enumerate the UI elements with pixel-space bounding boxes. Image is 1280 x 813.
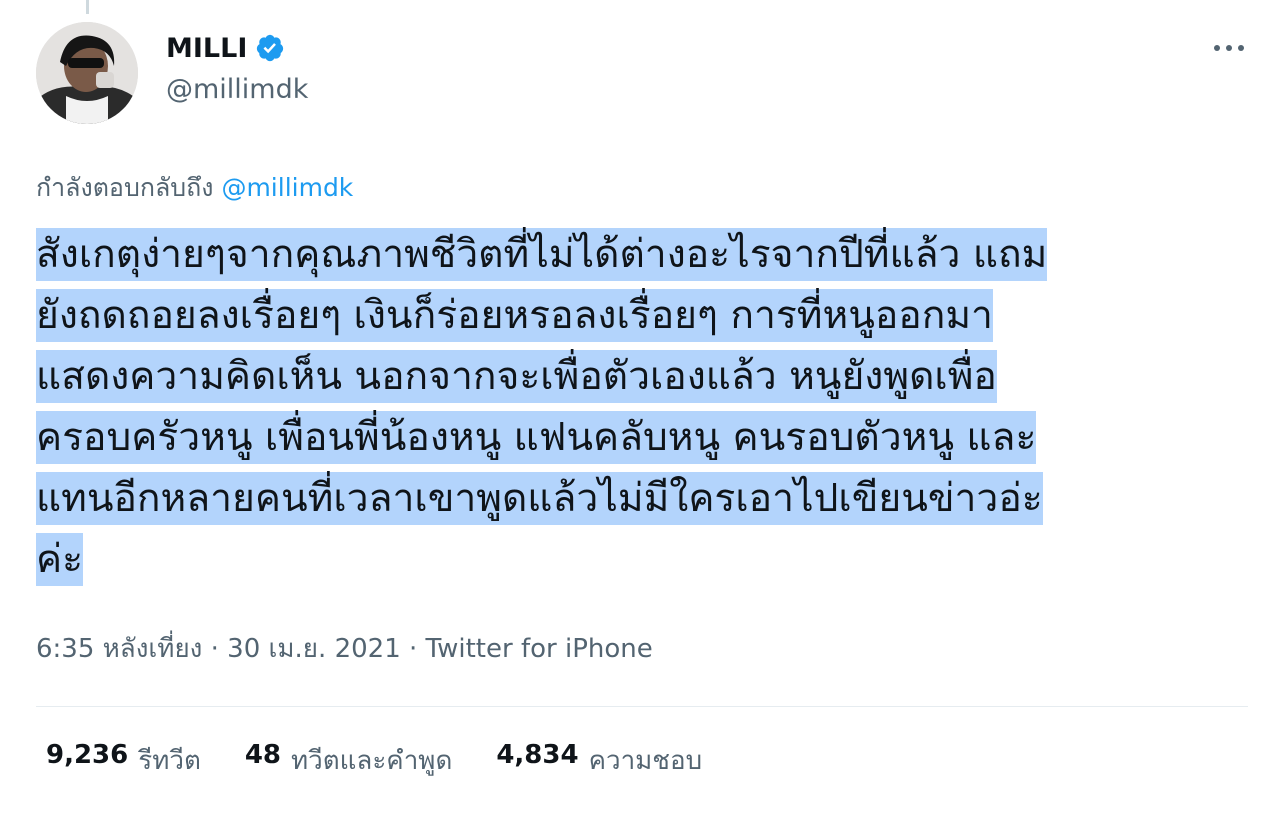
avatar[interactable] [36, 22, 138, 124]
more-icon [1214, 45, 1244, 51]
likes-label: ความชอบ [588, 746, 703, 776]
tweet-stats: 9,236 รีทวีต 48 ทวีตและคำพูด 4,834 ความช… [46, 740, 702, 781]
tweet-source[interactable]: Twitter for iPhone [426, 634, 653, 664]
replying-to-mention[interactable]: @millimdk [221, 173, 353, 202]
quotes-count: 48 [244, 740, 282, 770]
likes-stat[interactable]: 4,834 ความชอบ [496, 740, 702, 781]
tweet-line: ยังถดถอยลงเรื่อยๆ เงินก็ร่อยหรอลงเรื่อยๆ… [36, 289, 993, 342]
author-name-row: MILLI [166, 28, 285, 68]
verified-badge-icon [255, 33, 285, 63]
tweet-line: แสดงความคิดเห็น นอกจากจะเพื่อตัวเองแล้ว … [36, 350, 997, 403]
tweet-date[interactable]: 30 เม.ย. 2021 [227, 634, 401, 664]
tweet-time[interactable]: 6:35 หลังเที่ยง [36, 634, 202, 664]
quotes-stat[interactable]: 48 ทวีตและคำพูด [245, 740, 452, 781]
replying-to: กำลังตอบกลับถึง @millimdk [36, 168, 353, 208]
tweet-line: ครอบครัวหนู เพื่อนพี่น้องหนู แฟนคลับหนู … [36, 411, 1037, 464]
avatar-image [36, 22, 138, 124]
tweet-line: ค่ะ [36, 533, 84, 586]
retweets-label: รีทวีต [138, 746, 201, 776]
tweet-meta: 6:35 หลังเที่ยง · 30 เม.ย. 2021 · Twitte… [36, 628, 653, 669]
thread-connector-line [86, 0, 89, 14]
author-display-name[interactable]: MILLI [166, 33, 247, 64]
more-options-button[interactable] [1212, 34, 1246, 54]
tweet-detail: MILLI @millimdk กำลังตอบกลับถึง @millimd… [0, 0, 1280, 813]
meta-separator: · [210, 634, 219, 664]
author-handle[interactable]: @millimdk [166, 74, 308, 105]
meta-separator: · [409, 634, 418, 664]
tweet-line: สังเกตุง่ายๆจากคุณภาพชีวิตที่ไม่ได้ต่างอ… [36, 228, 1048, 281]
tweet-line: แทนอีกหลายคนที่เวลาเขาพูดแล้วไม่มีใครเอา… [36, 472, 1043, 525]
retweets-count: 9,236 [46, 740, 129, 770]
quotes-label: ทวีตและคำพูด [291, 746, 453, 776]
tweet-text: สังเกตุง่ายๆจากคุณภาพชีวิตที่ไม่ได้ต่างอ… [36, 224, 1236, 590]
likes-count: 4,834 [496, 740, 579, 770]
retweets-stat[interactable]: 9,236 รีทวีต [46, 740, 201, 781]
divider [36, 706, 1248, 707]
replying-to-label: กำลังตอบกลับถึง [36, 173, 214, 202]
